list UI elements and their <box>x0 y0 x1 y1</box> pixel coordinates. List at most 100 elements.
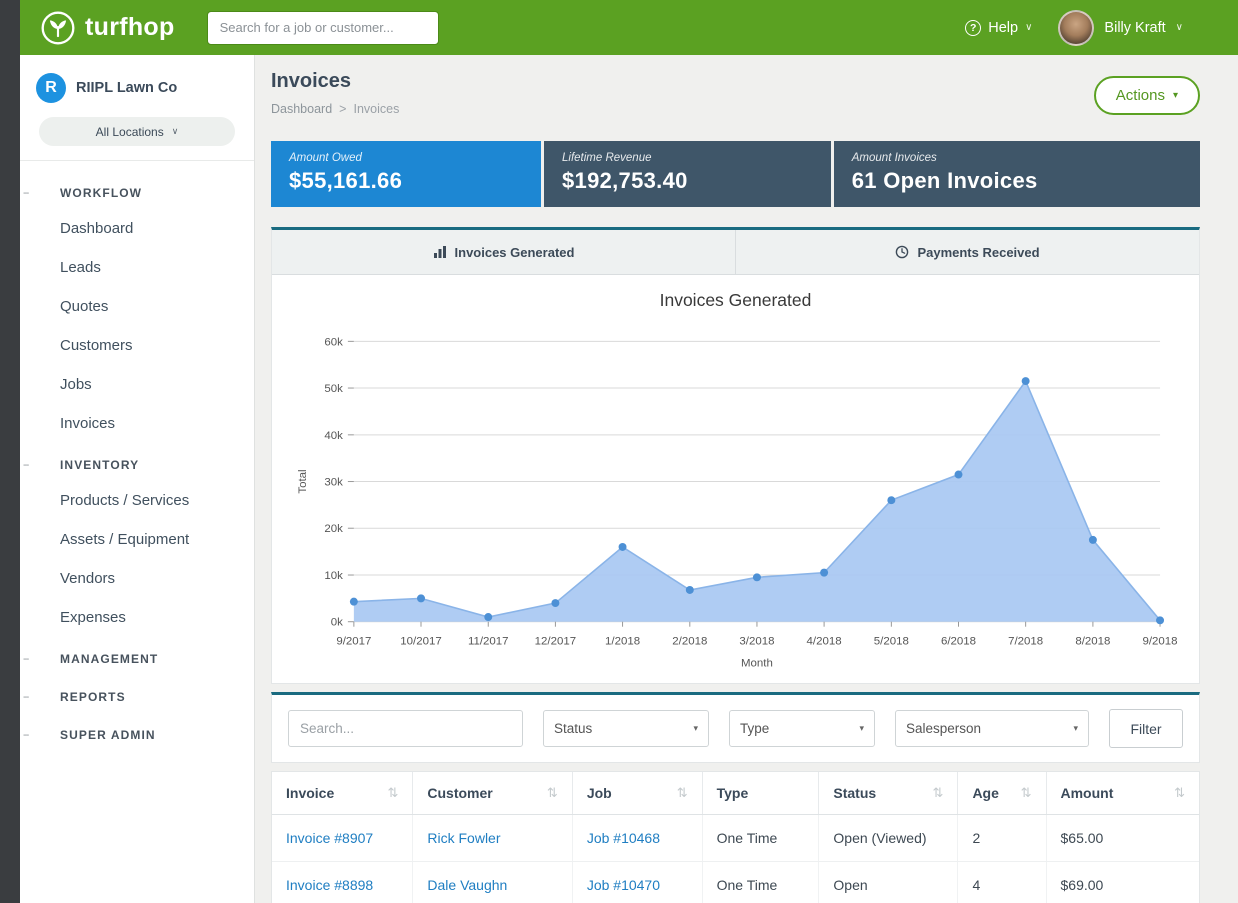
clock-icon <box>895 245 909 259</box>
invoices-table: Invoice⇅Customer⇅Job⇅TypeStatus⇅Age⇅Amou… <box>272 772 1199 903</box>
svg-text:9/2017: 9/2017 <box>336 636 371 648</box>
sidebar-item-quotes[interactable]: Quotes <box>20 287 254 326</box>
org-block: R RIIPL Lawn Co All Locations ∨ <box>20 55 254 161</box>
cell-job: Job #10470 <box>572 862 702 903</box>
sidebar-item-leads[interactable]: Leads <box>20 248 254 287</box>
table-row: Invoice #8898 Dale Vaughn Job #10470 One Ti… <box>272 862 1199 903</box>
svg-text:30k: 30k <box>324 477 343 489</box>
org-logo: R <box>36 73 66 103</box>
filter-bar: Status ▾ Type ▾ Salesperson ▾ Filter <box>271 692 1200 763</box>
actions-button[interactable]: Actions ▾ <box>1094 76 1200 115</box>
chevron-down-icon: ∨ <box>1025 22 1032 33</box>
column-header-job[interactable]: Job⇅ <box>572 772 702 815</box>
cell-type: One Time <box>702 862 819 903</box>
svg-text:60k: 60k <box>324 336 343 348</box>
svg-text:3/2018: 3/2018 <box>739 636 774 648</box>
org-selector[interactable]: R RIIPL Lawn Co <box>36 73 238 103</box>
sidebar-item-products-services[interactable]: Products / Services <box>20 481 254 520</box>
chart-card: Invoices Generated Payments Received Inv… <box>271 227 1200 684</box>
avatar <box>1058 10 1094 46</box>
svg-text:6/2018: 6/2018 <box>941 636 976 648</box>
tree-dash-icon: -- <box>20 691 60 703</box>
breadcrumb-dashboard[interactable]: Dashboard <box>271 102 332 116</box>
nav-section-super-admin[interactable]: --SUPER ADMIN <box>20 713 254 751</box>
org-name: RIIPL Lawn Co <box>76 80 177 96</box>
user-menu[interactable]: Billy Kraft ∨ <box>1058 10 1183 46</box>
sidebar-item-vendors[interactable]: Vendors <box>20 559 254 598</box>
invoice-link[interactable]: Invoice #8898 <box>286 877 373 893</box>
topbar: turfhop ? Help ∨ Billy Kraft ∨ <box>20 0 1238 55</box>
svg-text:12/2017: 12/2017 <box>535 636 576 648</box>
svg-text:0k: 0k <box>331 617 343 629</box>
customer-link[interactable]: Rick Fowler <box>427 830 500 846</box>
svg-text:50k: 50k <box>324 383 343 395</box>
location-selector[interactable]: All Locations ∨ <box>39 117 235 146</box>
turfhop-sprout-icon <box>40 10 76 46</box>
cell-status: Open (Viewed) <box>819 815 958 862</box>
sidebar: R RIIPL Lawn Co All Locations ∨ --WORKFL… <box>20 55 255 903</box>
tab-invoices-generated[interactable]: Invoices Generated <box>272 230 735 274</box>
job-link[interactable]: Job #10470 <box>587 877 660 893</box>
nav-section-inventory[interactable]: --INVENTORY <box>20 443 254 481</box>
svg-text:20k: 20k <box>324 523 343 535</box>
table-search-input[interactable] <box>288 710 523 747</box>
stat-amount-owed: Amount Owed $55,161.66 <box>271 141 541 207</box>
help-icon: ? <box>965 20 981 36</box>
sidebar-item-assets-equipment[interactable]: Assets / Equipment <box>20 520 254 559</box>
svg-text:40k: 40k <box>324 430 343 442</box>
page-header: Invoices Dashboard > Invoices Actions ▾ <box>271 70 1200 116</box>
svg-text:2/2018: 2/2018 <box>672 636 707 648</box>
sidebar-item-expenses[interactable]: Expenses <box>20 598 254 637</box>
sort-icon: ⇅ <box>677 785 688 801</box>
chevron-down-icon: ∨ <box>172 126 179 137</box>
svg-text:11/2017: 11/2017 <box>468 636 509 648</box>
column-header-amount[interactable]: Amount⇅ <box>1046 772 1199 815</box>
main-content: Invoices Dashboard > Invoices Actions ▾ <box>255 55 1238 903</box>
customer-link[interactable]: Dale Vaughn <box>427 877 507 893</box>
cell-status: Open <box>819 862 958 903</box>
tab-payments-received[interactable]: Payments Received <box>735 230 1199 274</box>
sort-icon: ⇅ <box>1174 785 1185 801</box>
column-header-age[interactable]: Age⇅ <box>958 772 1046 815</box>
invoice-link[interactable]: Invoice #8907 <box>286 830 373 846</box>
caret-down-icon: ▾ <box>1173 90 1178 101</box>
filter-button[interactable]: Filter <box>1109 709 1183 748</box>
sidebar-item-jobs[interactable]: Jobs <box>20 365 254 404</box>
help-menu[interactable]: ? Help ∨ <box>965 20 1032 36</box>
column-header-type[interactable]: Type <box>702 772 819 815</box>
stats-row: Amount Owed $55,161.66 Lifetime Revenue … <box>271 141 1200 207</box>
status-select[interactable]: Status ▾ <box>543 710 709 747</box>
nav-section-workflow[interactable]: --WORKFLOW <box>20 171 254 209</box>
svg-text:1/2018: 1/2018 <box>605 636 640 648</box>
sort-icon: ⇅ <box>387 785 398 801</box>
salesperson-select[interactable]: Salesperson ▾ <box>895 710 1089 747</box>
cell-job: Job #10468 <box>572 815 702 862</box>
help-label: Help <box>988 20 1018 36</box>
nav-section-management[interactable]: --MANAGEMENT <box>20 637 254 675</box>
chart-body: 0k10k20k30k40k50k60k9/201710/201711/2017… <box>272 313 1199 683</box>
column-header-status[interactable]: Status⇅ <box>819 772 958 815</box>
tree-dash-icon: -- <box>20 459 60 471</box>
brand-name: turfhop <box>85 13 175 42</box>
global-search-input[interactable] <box>207 11 439 45</box>
type-select[interactable]: Type ▾ <box>729 710 875 747</box>
table-body: Invoice #8907 Rick Fowler Job #10468 One Ti… <box>272 815 1199 903</box>
cell-invoice: Invoice #8898 <box>272 862 413 903</box>
sidebar-item-dashboard[interactable]: Dashboard <box>20 209 254 248</box>
column-header-customer[interactable]: Customer⇅ <box>413 772 572 815</box>
cell-amount: $65.00 <box>1046 815 1199 862</box>
sidebar-item-customers[interactable]: Customers <box>20 326 254 365</box>
nav-section-reports[interactable]: --REPORTS <box>20 675 254 713</box>
job-link[interactable]: Job #10468 <box>587 830 660 846</box>
svg-text:Month: Month <box>741 658 773 670</box>
cell-customer: Rick Fowler <box>413 815 572 862</box>
cell-invoice: Invoice #8907 <box>272 815 413 862</box>
screen: turfhop ? Help ∨ Billy Kraft ∨ <box>0 0 1238 903</box>
sidebar-item-invoices[interactable]: Invoices <box>20 404 254 443</box>
breadcrumb: Dashboard > Invoices <box>271 102 399 116</box>
topbar-right: ? Help ∨ Billy Kraft ∨ <box>965 10 1183 46</box>
page-title: Invoices <box>271 70 399 93</box>
column-header-invoice[interactable]: Invoice⇅ <box>272 772 413 815</box>
breadcrumb-separator-icon: > <box>339 102 346 116</box>
turfhop-logo[interactable]: turfhop <box>40 10 175 46</box>
